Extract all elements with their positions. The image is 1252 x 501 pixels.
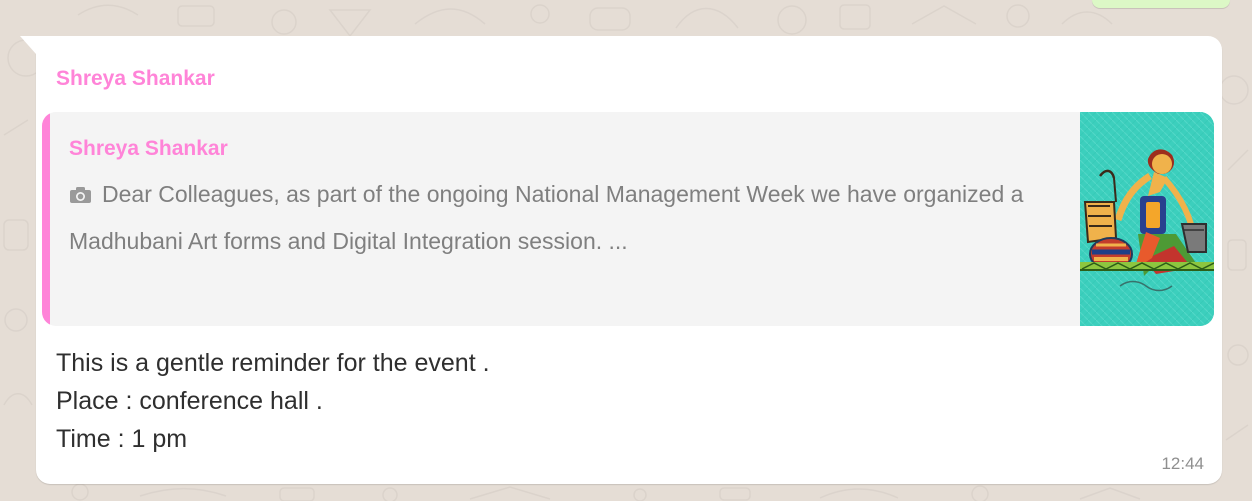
quote-accent-bar — [42, 112, 50, 326]
bubble-tail — [20, 36, 36, 54]
message-line-place: Place : conference hall . — [56, 387, 323, 415]
quoted-text: Dear Colleagues, as part of the ongoing … — [69, 181, 1024, 254]
camera-icon — [69, 174, 92, 219]
message-line-reminder: This is a gentle reminder for the event … — [56, 349, 490, 377]
message-bubble[interactable]: Shreya Shankar Shreya Shankar Dear Colle… — [20, 36, 1222, 484]
previous-outgoing-bubble-edge — [1092, 0, 1230, 8]
message-text: This is a gentle reminder for the event … — [56, 344, 490, 458]
quoted-image-thumbnail[interactable] — [1080, 112, 1214, 326]
quoted-author: Shreya Shankar — [69, 137, 228, 160]
quoted-text-block: Dear Colleagues, as part of the ongoing … — [69, 172, 1059, 264]
quoted-message[interactable]: Shreya Shankar Dear Colleagues, as part … — [42, 112, 1214, 326]
message-line-time: Time : 1 pm — [56, 425, 188, 453]
sender-name[interactable]: Shreya Shankar — [56, 66, 215, 92]
message-timestamp: 12:44 — [1161, 454, 1204, 473]
